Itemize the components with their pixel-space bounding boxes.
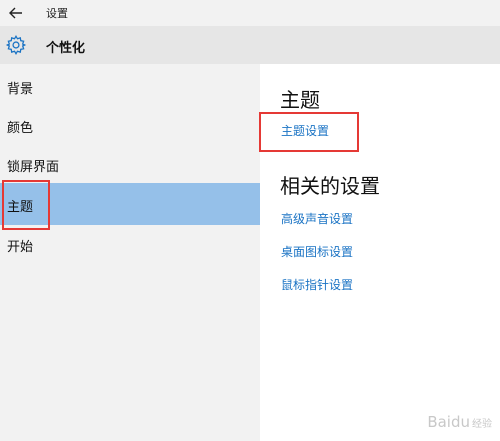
- sidebar-item-label: 锁屏界面: [7, 160, 60, 175]
- page-title: 个性化: [46, 41, 86, 56]
- sidebar-item-lock-screen[interactable]: 锁屏界面: [0, 144, 260, 184]
- sidebar-item-label: 背景: [7, 82, 34, 97]
- sidebar-item-background[interactable]: 背景: [0, 66, 260, 106]
- gear-icon: [5, 35, 27, 55]
- watermark: Baidu 经验: [427, 413, 492, 431]
- mouse-pointer-settings-link[interactable]: 鼠标指针设置: [281, 276, 353, 293]
- sidebar-item-start[interactable]: 开始: [0, 224, 260, 264]
- sidebar-item-label: 主题: [7, 200, 34, 215]
- sidebar: 背景 颜色 锁屏界面 主题 开始: [0, 64, 260, 441]
- section-title-related: 相关的设置: [280, 174, 380, 198]
- sidebar-item-label: 颜色: [7, 121, 34, 136]
- theme-settings-link[interactable]: 主题设置: [281, 122, 329, 139]
- sidebar-item-themes[interactable]: 主题: [0, 183, 260, 225]
- desktop-icon-settings-link[interactable]: 桌面图标设置: [281, 243, 353, 260]
- sidebar-item-colors[interactable]: 颜色: [0, 105, 260, 145]
- page-header: 个性化: [0, 26, 500, 64]
- watermark-text: Baidu: [427, 413, 470, 431]
- main-content: 主题 主题设置 相关的设置 高级声音设置 桌面图标设置 鼠标指针设置: [260, 64, 500, 441]
- title-bar: 设置: [0, 0, 500, 26]
- window-title: 设置: [46, 7, 68, 20]
- advanced-sound-settings-link[interactable]: 高级声音设置: [281, 210, 353, 227]
- back-button[interactable]: [0, 0, 32, 26]
- section-title-themes: 主题: [280, 88, 320, 112]
- arrow-left-icon: [9, 7, 22, 19]
- sidebar-item-label: 开始: [7, 240, 34, 255]
- watermark-suffix: 经验: [472, 419, 492, 430]
